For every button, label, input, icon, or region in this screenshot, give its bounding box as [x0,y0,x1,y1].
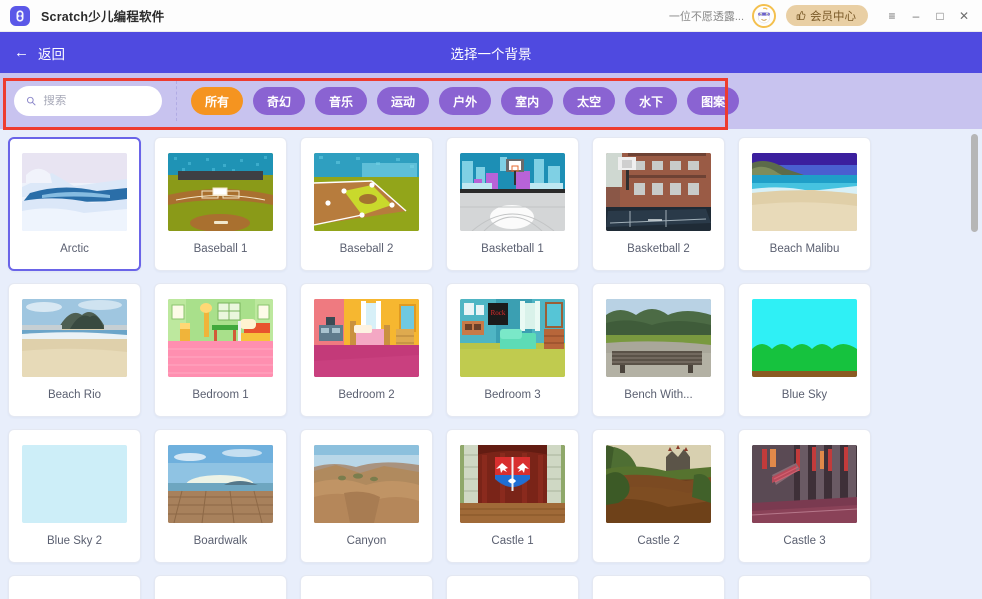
backdrop-thumbnail [314,153,419,231]
backdrop-card-label: Bedroom 2 [338,389,394,401]
backdrop-card-label: Basketball 2 [627,243,690,255]
vip-center-button[interactable]: 会员中心 [786,5,868,26]
titlebar-right-group: 一位不愿透露... 会员中心 ≡ – □ ✕ [669,4,976,28]
backdrop-card[interactable]: Canyon [300,429,433,563]
backdrop-thumbnail [606,153,711,231]
vip-center-label: 会员中心 [810,8,856,24]
category-pill-music[interactable]: 音乐 [315,87,367,115]
backdrop-card-label: Bedroom 3 [484,389,540,401]
backdrop-thumbnail: Rock [460,299,565,377]
backdrop-card-label: Bench With... [624,389,692,401]
backdrop-card-label: Baseball 2 [340,243,394,255]
back-button[interactable]: ← 返回 [14,43,65,63]
backdrop-card[interactable] [154,575,287,599]
arrow-left-icon: ← [14,45,29,60]
backdrop-thumbnail [752,299,857,377]
backdrop-thumbnail [752,153,857,231]
backdrop-thumbnail [22,299,127,377]
backdrop-thumbnail [168,299,273,377]
backdrop-card-label: Beach Malibu [770,243,840,255]
backdrop-card[interactable] [300,575,433,599]
svg-text:Rock: Rock [491,309,506,317]
category-pill-group: 所有 奇幻 音乐 运动 户外 室内 太空 水下 图案 [191,87,739,115]
backdrop-card[interactable]: Bedroom 2 [300,283,433,417]
backdrop-thumbnail [606,445,711,523]
backdrop-card[interactable]: Bench With... [592,283,725,417]
category-pill-patterns[interactable]: 图案 [687,87,739,115]
scrollbar-track[interactable]: ▲ [970,129,979,599]
backdrop-card[interactable]: Boardwalk [154,429,287,563]
backdrop-card[interactable] [592,575,725,599]
backdrop-card[interactable] [446,575,579,599]
search-input[interactable] [43,95,150,107]
backdrop-card[interactable]: Castle 2 [592,429,725,563]
backdrop-card[interactable]: Arctic [8,137,141,271]
backdrop-card[interactable]: Castle 3 [738,429,871,563]
category-pill-outdoors[interactable]: 户外 [439,87,491,115]
backdrop-card-label: Beach Rio [48,389,101,401]
backdrop-card[interactable]: Blue Sky 2 [8,429,141,563]
search-box[interactable] [14,86,162,116]
backdrop-grid-area: Arctic Baseball 1 [0,129,982,599]
filter-bar: 所有 奇幻 音乐 运动 户外 室内 太空 水下 图案 [0,73,982,129]
category-pill-space[interactable]: 太空 [563,87,615,115]
backdrop-thumbnail [606,299,711,377]
backdrop-card-label: Castle 1 [491,535,533,547]
backdrop-card-label: Bedroom 1 [192,389,248,401]
backdrop-thumbnail [168,445,273,523]
backdrop-card[interactable]: Beach Malibu [738,137,871,271]
backdrop-thumbnail [22,153,127,231]
backdrop-card[interactable]: Basketball 1 [446,137,579,271]
page-header: ← 返回 选择一个背景 [0,32,982,73]
user-name-label: 一位不愿透露... [669,8,744,24]
backdrop-thumbnail [460,153,565,231]
backdrop-card[interactable]: Baseball 2 [300,137,433,271]
backdrop-card[interactable]: Beach Rio [8,283,141,417]
backdrop-card-label: Castle 3 [783,535,825,547]
backdrop-thumbnail [168,153,273,231]
backdrop-card[interactable]: Rock Bedroom 3 [446,283,579,417]
back-button-label: 返回 [38,43,65,63]
maximize-icon[interactable]: □ [928,4,952,28]
app-title: Scratch少儿编程软件 [41,6,164,25]
backdrop-card[interactable]: Bedroom 1 [154,283,287,417]
thumbs-up-icon [795,10,806,21]
backdrop-card-label: Baseball 1 [194,243,248,255]
scratch-logo-icon [10,6,30,26]
backdrop-thumbnail [752,445,857,523]
minimize-icon[interactable]: – [904,4,928,28]
backdrop-card-label: Basketball 1 [481,243,544,255]
backdrop-card-label: Castle 2 [637,535,679,547]
category-pill-fantasy[interactable]: 奇幻 [253,87,305,115]
category-pill-indoors[interactable]: 室内 [501,87,553,115]
category-pill-sports[interactable]: 运动 [377,87,429,115]
backdrop-card[interactable]: Baseball 1 [154,137,287,271]
close-icon[interactable]: ✕ [952,4,976,28]
scrollbar-thumb[interactable] [971,134,978,232]
backdrop-thumbnail [314,299,419,377]
backdrop-card-label: Boardwalk [194,535,248,547]
backdrop-thumbnail [22,445,127,523]
filter-divider [176,81,177,121]
window-controls: ≡ – □ ✕ [880,4,976,28]
page-title: 选择一个背景 [0,43,982,63]
backdrop-card[interactable] [738,575,871,599]
hamburger-menu-icon[interactable]: ≡ [880,4,904,28]
search-icon [26,95,36,107]
category-pill-underwater[interactable]: 水下 [625,87,677,115]
backdrop-card-label: Blue Sky [782,389,827,401]
backdrop-card[interactable]: Castle 1 [446,429,579,563]
backdrop-thumbnail [314,445,419,523]
title-bar: Scratch少儿编程软件 一位不愿透露... 会员中心 ≡ [0,0,982,32]
user-avatar-icon[interactable] [752,4,776,28]
category-pill-all[interactable]: 所有 [191,87,243,115]
backdrop-card-label: Blue Sky 2 [47,535,102,547]
backdrop-card[interactable]: Blue Sky [738,283,871,417]
backdrop-thumbnail [460,445,565,523]
backdrop-card[interactable]: Basketball 2 [592,137,725,271]
backdrop-card-label: Arctic [60,243,89,255]
backdrop-card[interactable] [8,575,141,599]
backdrop-grid: Arctic Baseball 1 [8,137,898,599]
backdrop-card-label: Canyon [347,535,387,547]
